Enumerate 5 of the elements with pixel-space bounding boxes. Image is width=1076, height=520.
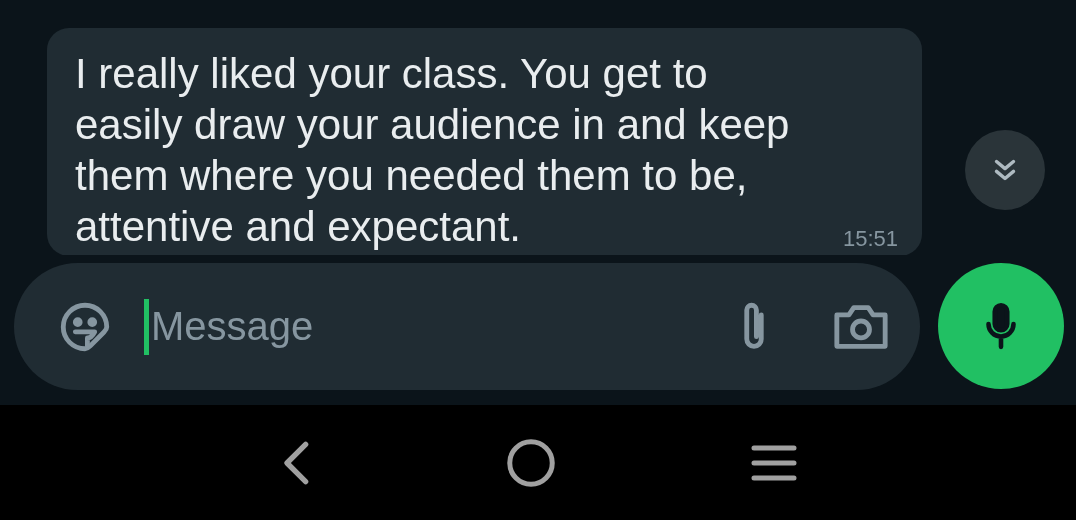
message-field[interactable]: Message (149, 304, 732, 349)
home-icon[interactable] (506, 437, 556, 488)
message-time: 15:51 (842, 226, 898, 252)
text-cursor (144, 298, 149, 355)
message-text: I really liked your class. You get to easily draw your audience in and keep them where you needed them to be, attentive and expectant. (75, 49, 791, 252)
